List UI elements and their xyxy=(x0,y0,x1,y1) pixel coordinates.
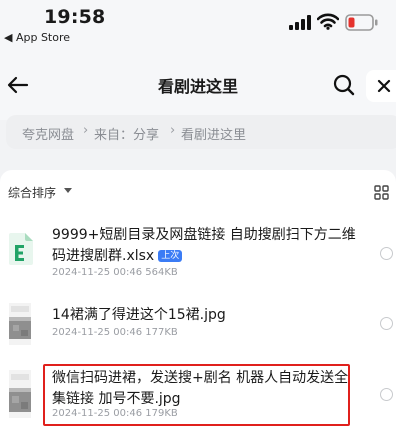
close-icon xyxy=(377,79,391,93)
top-bar: 看剧进这里 xyxy=(0,50,396,120)
status-bar: 19:58 ◀ App Store xyxy=(0,0,396,50)
excel-icon xyxy=(9,233,33,265)
battery-low-icon xyxy=(345,14,378,31)
breadcrumb-source[interactable]: 来自：分享 xyxy=(94,124,159,143)
list-item[interactable]: 9999+短剧目录及网盘链接 自助搜剧扫下方二维码进搜剧群.xlsx 上次 202… xyxy=(0,225,396,283)
breadcrumb-root[interactable]: 夸克网盘 xyxy=(22,124,74,143)
image-thumbnail xyxy=(9,303,31,345)
highlight-box xyxy=(43,364,350,426)
status-time: 19:58 xyxy=(44,6,106,28)
sort-selector[interactable]: 综合排序 xyxy=(8,184,56,201)
breadcrumb: 夸克网盘 › 来自：分享 › 看剧进这里 xyxy=(6,115,396,149)
file-name: 9999+短剧目录及网盘链接 自助搜剧扫下方二维码进搜剧群.xlsx 上次 xyxy=(52,227,356,264)
caret-down-icon[interactable] xyxy=(64,188,72,194)
select-radio[interactable] xyxy=(380,247,393,260)
file-meta: 2024-11-25 00:46 564KB xyxy=(52,267,178,278)
file-meta: 2024-11-25 00:46 177KB xyxy=(52,327,178,338)
close-button[interactable] xyxy=(366,70,396,102)
grid-view-icon[interactable] xyxy=(374,185,389,200)
file-name: 14裙满了得进这个15裙.jpg xyxy=(52,307,226,323)
select-radio[interactable] xyxy=(380,317,393,330)
last-opened-badge: 上次 xyxy=(158,250,183,262)
breadcrumb-separator-icon: › xyxy=(170,123,176,138)
breadcrumb-separator-icon: › xyxy=(83,123,89,138)
breadcrumb-current: 看剧进这里 xyxy=(181,128,247,143)
search-icon[interactable] xyxy=(332,73,356,97)
back-to-app-store[interactable]: ◀ App Store xyxy=(4,31,70,44)
select-radio[interactable] xyxy=(380,388,393,401)
list-item[interactable]: 14裙满了得进这个15裙.jpg 2024-11-25 00:46 177KB xyxy=(0,303,396,345)
signal-icon xyxy=(289,15,311,30)
image-thumbnail xyxy=(9,370,31,418)
wifi-icon xyxy=(317,13,339,30)
